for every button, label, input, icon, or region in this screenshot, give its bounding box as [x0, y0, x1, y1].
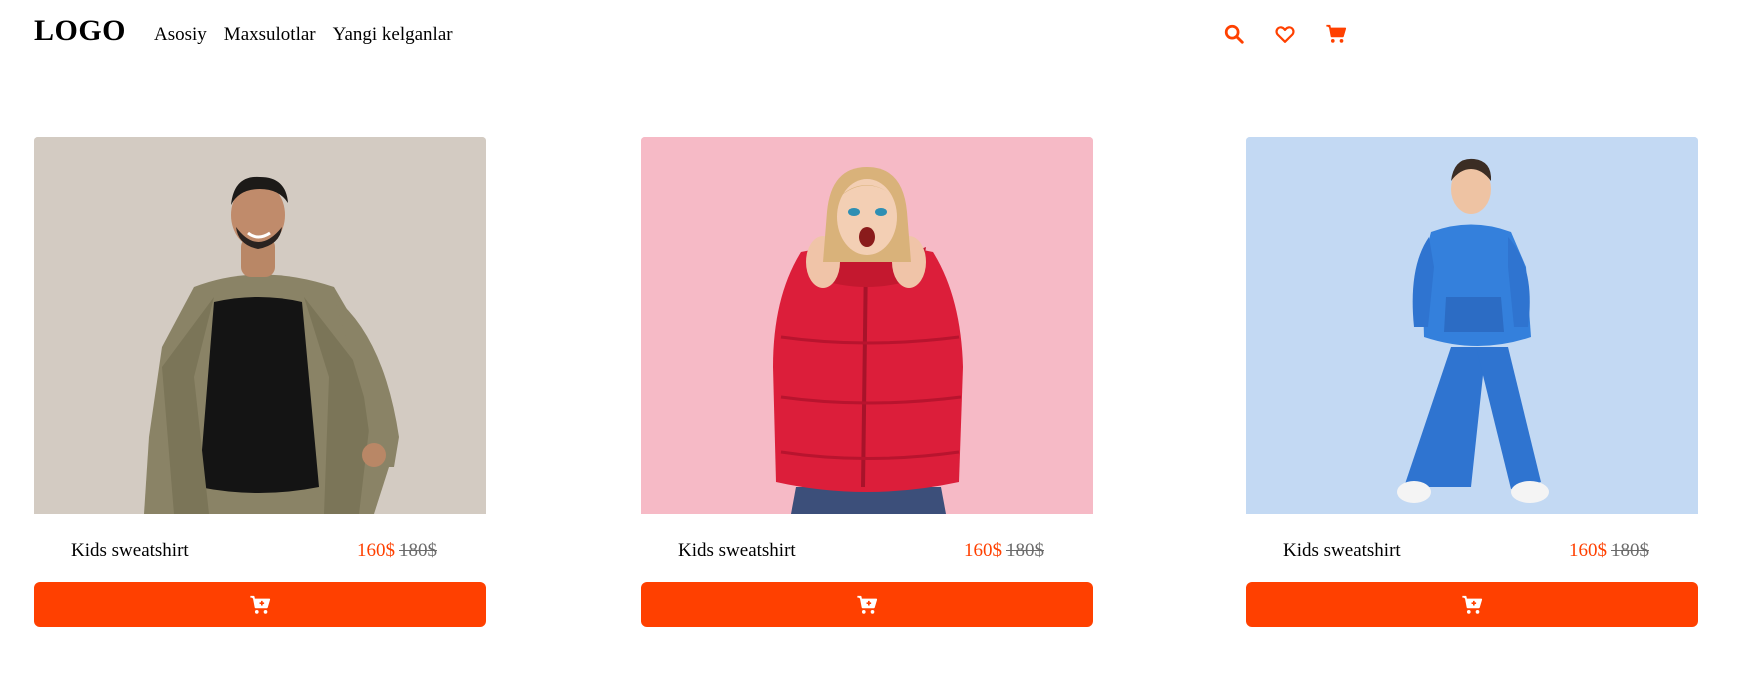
nav-item-yangi-kelganlar[interactable]: Yangi kelganlar [333, 24, 453, 46]
product-image[interactable] [641, 137, 1093, 514]
product-price: 160$ 180$ [1569, 540, 1649, 562]
price-new: 160$ [357, 540, 395, 561]
price-old: 180$ [1611, 540, 1649, 561]
cart-icon[interactable] [1324, 22, 1348, 46]
heart-icon[interactable] [1273, 22, 1297, 46]
product-price: 160$ 180$ [964, 540, 1044, 562]
logo[interactable]: LOGO [34, 14, 126, 48]
product-card[interactable]: Kids sweatshirt 160$ 180$ [641, 137, 1093, 627]
woman-in-red-puffer-jacket-illustration [641, 137, 1093, 514]
search-icon[interactable] [1222, 22, 1246, 46]
man-in-olive-jacket-illustration [34, 137, 486, 514]
product-image[interactable] [34, 137, 486, 514]
cart-plus-icon [857, 595, 878, 614]
main-nav: Asosiy Maxsulotlar Yangi kelganlar [154, 24, 453, 46]
product-info: Kids sweatshirt 160$ 180$ [34, 514, 486, 582]
price-new: 160$ [1569, 540, 1607, 561]
product-name: Kids sweatshirt [1283, 540, 1401, 561]
add-to-cart-button[interactable] [1246, 582, 1698, 627]
nav-item-asosiy[interactable]: Asosiy [154, 24, 207, 46]
product-info: Kids sweatshirt 160$ 180$ [641, 514, 1093, 582]
add-to-cart-button[interactable] [641, 582, 1093, 627]
product-name: Kids sweatshirt [678, 540, 796, 561]
price-old: 180$ [399, 540, 437, 561]
header: LOGO Asosiy Maxsulotlar Yangi kelganlar [0, 0, 1741, 72]
nav-item-maxsulotlar[interactable]: Maxsulotlar [224, 24, 316, 46]
product-name: Kids sweatshirt [71, 540, 189, 561]
add-to-cart-button[interactable] [34, 582, 486, 627]
product-card[interactable]: Kids sweatshirt 160$ 180$ [1246, 137, 1698, 627]
product-image[interactable] [1246, 137, 1698, 514]
cart-plus-icon [1462, 595, 1483, 614]
price-old: 180$ [1006, 540, 1044, 561]
boy-in-blue-tracksuit-illustration [1246, 137, 1698, 514]
header-icons [1222, 22, 1348, 46]
price-new: 160$ [964, 540, 1002, 561]
cart-plus-icon [250, 595, 271, 614]
product-info: Kids sweatshirt 160$ 180$ [1246, 514, 1698, 582]
product-price: 160$ 180$ [357, 540, 437, 562]
product-card[interactable]: Kids sweatshirt 160$ 180$ [34, 137, 486, 627]
